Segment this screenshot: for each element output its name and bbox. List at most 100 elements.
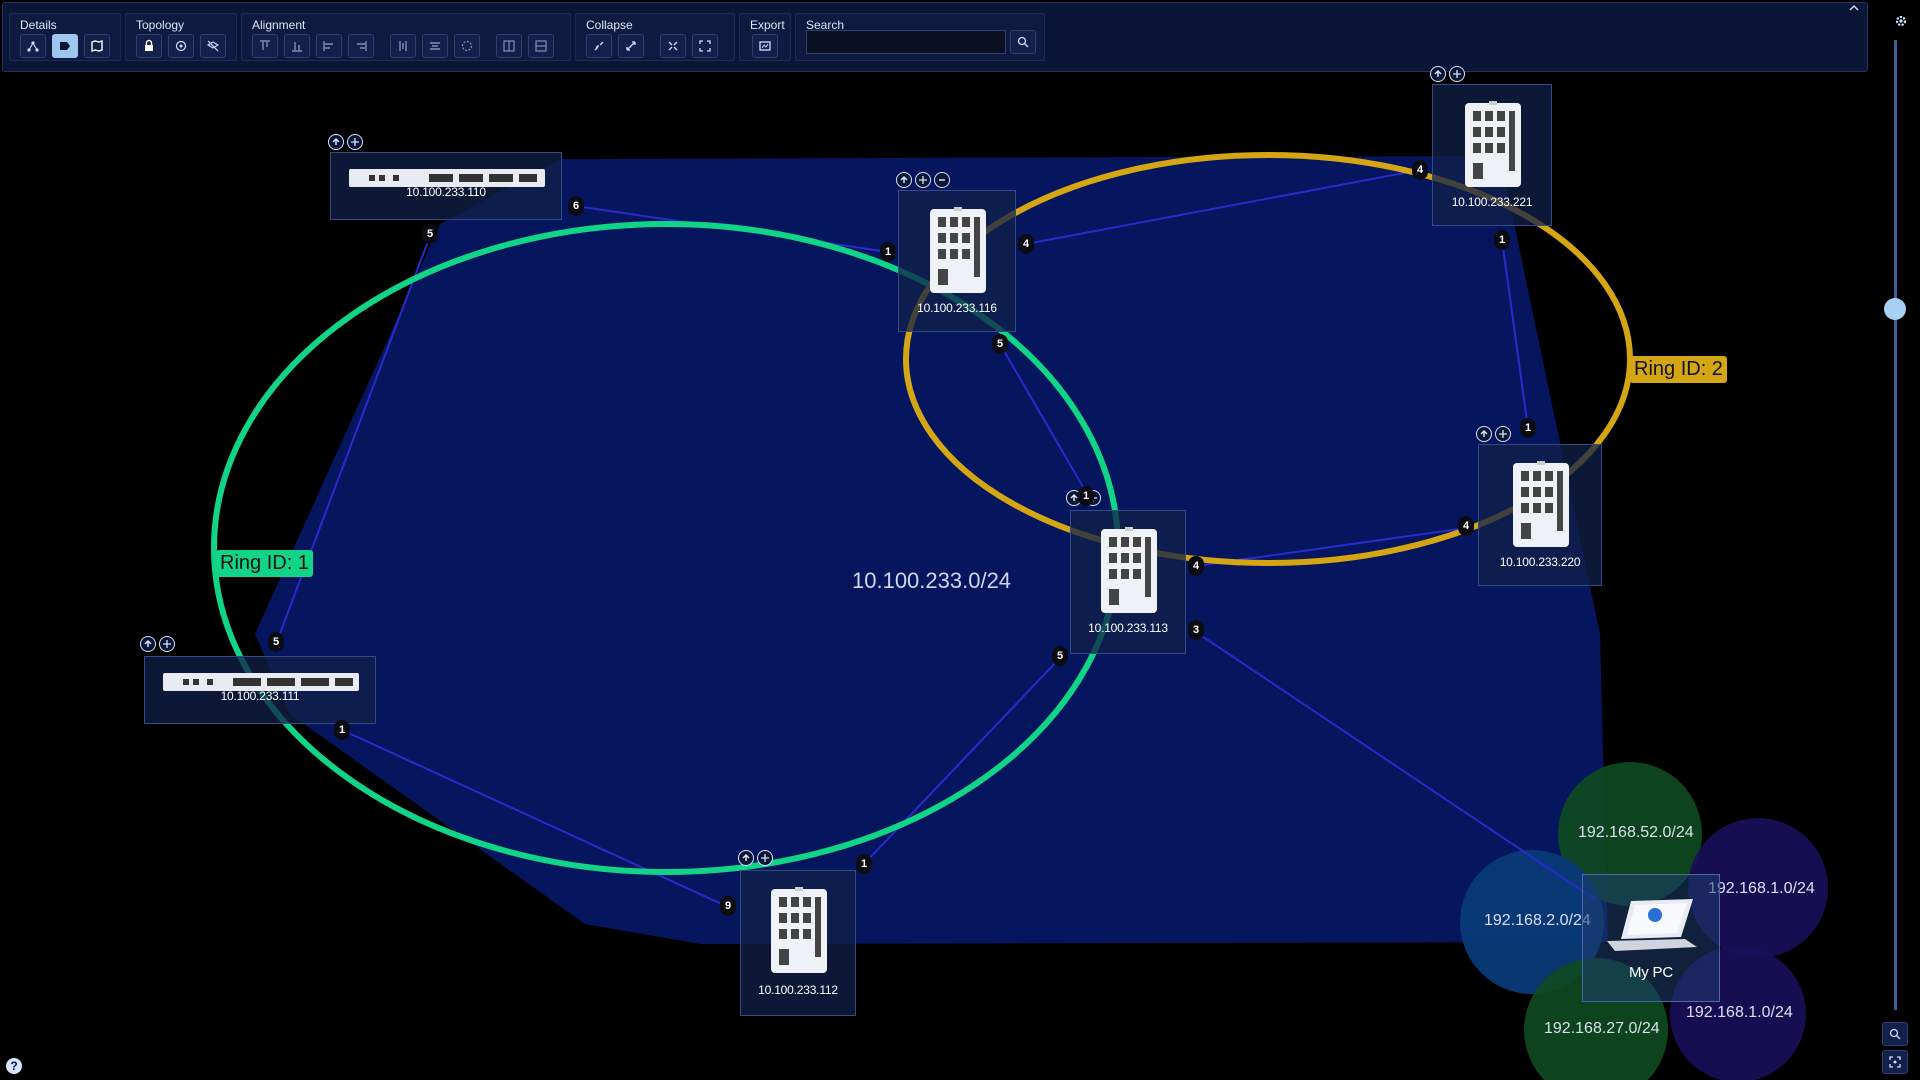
fit-view-icon [1889,1056,1901,1068]
collapse-toolbar-chevron-icon[interactable] [1847,3,1861,13]
fit-view-button[interactable] [1882,1050,1908,1074]
circular-layout-button[interactable] [454,34,480,58]
split-horizontal-button[interactable] [528,34,554,58]
topology-canvas[interactable]: 10.100.233.0/24 192.168.52.0/24 192.168.… [0,66,1880,1080]
alignment-group: Alignment [241,13,571,61]
port-113-3: 3 [1188,620,1204,640]
align-right-button[interactable] [348,34,374,58]
move-icon[interactable] [915,172,931,188]
search-button[interactable] [1010,30,1036,54]
details-group-label: Details [20,18,57,32]
port-113-1: 1 [1078,486,1094,506]
collapse-group-label: Collapse [586,18,633,32]
move-icon[interactable] [1449,66,1465,82]
export-group-label: Export [750,18,785,32]
collapse-all-icon [668,41,678,51]
topology-group-label: Topology [136,18,185,32]
settings-gear-icon[interactable] [1892,12,1910,30]
align-top-icon [260,40,270,50]
lock-layout-button[interactable] [136,34,162,58]
move-icon[interactable] [159,636,175,652]
toolbar: Details Topology Alignment Collapse Expo… [2,2,1868,72]
up-arrow-icon[interactable] [896,172,912,188]
node-116-icons [896,172,950,188]
split-horizontal-icon [535,40,547,52]
alignment-group-label: Alignment [252,18,306,32]
node-10-100-233-116[interactable]: 10.100.233.116 [898,190,1016,332]
up-arrow-icon[interactable] [140,636,156,652]
zoom-slider-thumb[interactable] [1884,298,1906,320]
din-switch-icon [771,887,827,973]
ring-2-label[interactable]: Ring ID: 2 [1630,356,1727,383]
node-10-100-233-112[interactable]: 10.100.233.112 [740,870,856,1016]
align-top-button[interactable] [252,34,278,58]
port-112-9: 9 [720,896,736,916]
details-map-button[interactable] [84,34,110,58]
din-switch-icon [1513,461,1569,547]
minus-icon[interactable] [934,172,950,188]
my-pc-label: My PC [1628,964,1673,981]
node-10-100-233-111[interactable]: 10.100.233.111 [144,656,376,724]
port-112-1: 1 [856,854,872,874]
din-switch-icon [930,207,986,293]
zoom-search-button[interactable] [1882,1022,1908,1046]
port-110-5: 5 [422,224,438,244]
din-switch-icon [1101,527,1157,613]
node-my-pc[interactable]: My PC [1582,874,1720,1002]
distribute-horizontal-button[interactable] [390,34,416,58]
node-113-label: 10.100.233.113 [1088,621,1168,635]
port-113-4: 4 [1188,556,1204,576]
distribute-horizontal-icon [399,41,407,51]
node-221-label: 10.100.233.221 [1451,195,1533,209]
up-arrow-icon[interactable] [738,850,754,866]
auto-layout-button[interactable] [168,34,194,58]
subnet-bubble-27-label: 192.168.27.0/24 [1544,1020,1660,1037]
expand-all-button[interactable] [692,34,718,58]
distribute-vertical-button[interactable] [422,34,448,58]
hide-links-button[interactable] [200,34,226,58]
up-arrow-icon[interactable] [1430,66,1446,82]
up-arrow-icon[interactable] [1476,426,1492,442]
collapse-group: Collapse [575,13,735,61]
align-left-icon [323,41,333,51]
subnet-bubble-2-label: 192.168.2.0/24 [1484,912,1591,929]
split-vertical-button[interactable] [496,34,522,58]
help-button[interactable]: ? [6,1058,22,1074]
ring-1-label[interactable]: Ring ID: 1 [216,550,313,577]
node-112-icons [738,850,773,866]
topology-group: Topology [125,13,237,61]
node-10-100-233-110[interactable]: 10.100.233.110 [330,152,562,220]
collapse-button[interactable] [586,34,612,58]
subnet-main-label: 10.100.233.0/24 [852,568,1012,593]
expand-all-icon [699,40,711,52]
move-icon[interactable] [757,850,773,866]
port-221-1: 1 [1494,230,1510,250]
node-10-100-233-221[interactable]: 10.100.233.221 [1432,84,1552,226]
move-icon[interactable] [347,134,363,150]
subnet-bubble-1a-label: 192.168.1.0/24 [1708,880,1815,897]
move-icon[interactable] [1495,426,1511,442]
node-111-label: 10.100.233.111 [220,689,300,703]
zoom-icon [1889,1028,1901,1040]
node-10-100-233-113[interactable]: 10.100.233.113 [1070,510,1186,654]
node-116-label: 10.100.233.116 [917,301,997,315]
expand-button[interactable] [618,34,644,58]
node-220-label: 10.100.233.220 [1499,555,1581,569]
port-221-4: 4 [1412,160,1428,180]
align-bottom-button[interactable] [284,34,310,58]
export-group: Export [739,13,791,61]
details-tag-button[interactable] [52,34,78,58]
export-image-button[interactable] [752,34,778,58]
search-input[interactable] [806,30,1006,54]
align-left-button[interactable] [316,34,342,58]
port-111-5: 5 [268,632,284,652]
subnet-bubble-1b-label: 192.168.1.0/24 [1686,1004,1793,1021]
up-arrow-icon[interactable] [328,134,344,150]
din-switch-icon [1465,101,1521,187]
collapse-all-button[interactable] [660,34,686,58]
search-group: Search [795,13,1045,61]
details-graph-button[interactable] [20,34,46,58]
node-10-100-233-220[interactable]: 10.100.233.220 [1478,444,1602,586]
port-116-1: 1 [880,242,896,262]
zoom-slider-track[interactable] [1894,40,1897,1010]
